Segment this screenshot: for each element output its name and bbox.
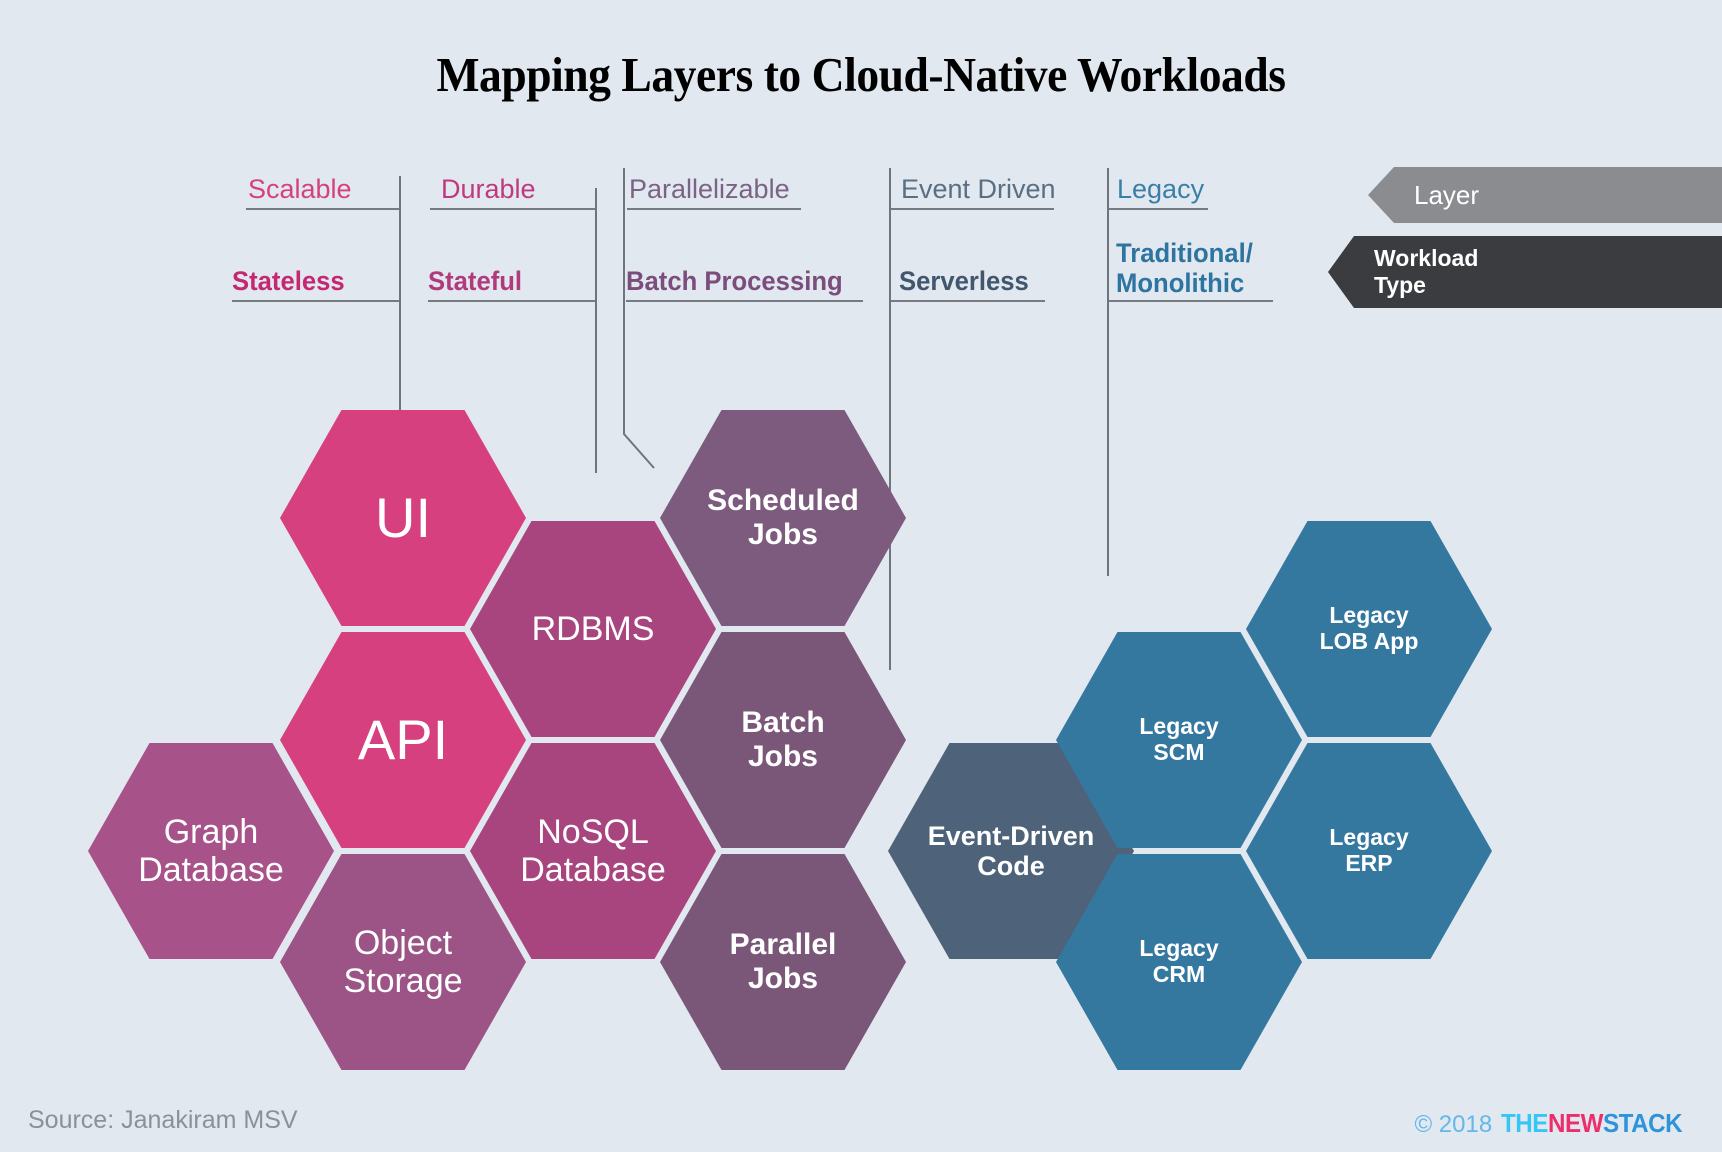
column-layer-label-scalable: Scalable — [248, 174, 352, 204]
underline-scalable — [246, 208, 400, 210]
underline-legacy — [1108, 208, 1208, 210]
page-title: Mapping Layers to Cloud-Native Workloads — [436, 47, 1286, 102]
hex-api[interactable]: API — [280, 632, 526, 848]
workload-line-2: Monolithic — [1116, 268, 1245, 299]
underline-stateful — [428, 300, 596, 302]
column-workload-label-stateless: Stateless — [232, 266, 345, 296]
copyright-text: © 2018 — [1414, 1111, 1493, 1138]
leader-line-scalable — [399, 176, 401, 410]
hex-nosql-database-label: NoSQL Database — [520, 812, 666, 889]
hex-scheduled-jobs-label: Scheduled Jobs — [707, 484, 859, 551]
hex-legacy-crm-label: Legacy CRM — [1139, 935, 1219, 987]
hex-ui[interactable]: UI — [280, 410, 526, 626]
leader-line-parallelizable — [623, 168, 655, 469]
column-layer-label-durable: Durable — [441, 174, 536, 204]
hex-ui-label: UI — [375, 485, 431, 549]
column-layer-label-legacy: Legacy — [1117, 174, 1205, 204]
hex-legacy-erp-label: Legacy ERP — [1329, 824, 1409, 876]
hex-legacy-erp[interactable]: Legacy ERP — [1246, 743, 1492, 959]
underline-traditional — [1108, 300, 1273, 302]
underline-durable — [430, 208, 596, 210]
column-layer-label-event-driven: Event Driven — [901, 174, 1056, 204]
hex-graph-database[interactable]: Graph Database — [88, 743, 334, 959]
hex-object-storage[interactable]: Object Storage — [280, 854, 526, 1070]
legend-layer-label: Layer — [1414, 179, 1480, 210]
logo-the: THE — [1501, 1108, 1549, 1138]
legend-workload-label-line1: Workload — [1374, 245, 1479, 272]
infographic-canvas: Mapping Layers to Cloud-Native Workloads… — [0, 0, 1722, 1152]
hex-event-driven-code-label: Event-Driven Code — [927, 820, 1095, 881]
hex-legacy-lob-app-label: Legacy LOB App — [1319, 602, 1419, 654]
legend-workload-band: Workload Type — [1328, 236, 1722, 308]
hex-batch-jobs-label: Batch Jobs — [741, 706, 825, 773]
logo-stack: STACK — [1603, 1108, 1683, 1138]
hex-parallel-jobs-label: Parallel Jobs — [729, 928, 837, 995]
legend-layer-band: Layer — [1368, 167, 1722, 223]
hex-batch-jobs[interactable]: Batch Jobs — [660, 632, 906, 848]
hex-nosql-database[interactable]: NoSQL Database — [470, 743, 716, 959]
hex-rdbms[interactable]: RDBMS — [470, 521, 716, 737]
hex-scheduled-jobs[interactable]: Scheduled Jobs — [660, 410, 906, 626]
hex-graph-database-label: Graph Database — [138, 812, 284, 889]
underline-event-driven — [890, 208, 1054, 210]
underline-stateless — [232, 300, 400, 302]
leader-line-event-driven — [889, 168, 891, 670]
source-credit: Source: Janakiram MSV — [28, 1106, 298, 1134]
hex-rdbms-label: RDBMS — [531, 609, 655, 648]
leader-line-legacy — [1107, 168, 1109, 576]
logo-new: NEW — [1548, 1108, 1604, 1138]
hex-object-storage-label: Object Storage — [343, 923, 463, 1000]
hex-legacy-lob-app[interactable]: Legacy LOB App — [1246, 521, 1492, 737]
workload-line-1: Traditional/ — [1116, 238, 1253, 268]
underline-serverless — [890, 300, 1045, 302]
column-workload-label-stateful: Stateful — [428, 266, 523, 296]
column-workload-label-serverless: Serverless — [899, 266, 1029, 296]
hex-legacy-scm-label: Legacy SCM — [1139, 713, 1219, 765]
leader-line-durable — [595, 188, 597, 473]
thenewstack-logo[interactable]: © 2018 THENEWSTACK — [1414, 1108, 1696, 1139]
column-workload-label-traditional: Traditional/ Monolithic — [1116, 238, 1253, 298]
hex-api-label: API — [357, 707, 449, 771]
legend-workload-label-line2: Type — [1374, 272, 1426, 298]
hex-parallel-jobs[interactable]: Parallel Jobs — [660, 854, 906, 1070]
